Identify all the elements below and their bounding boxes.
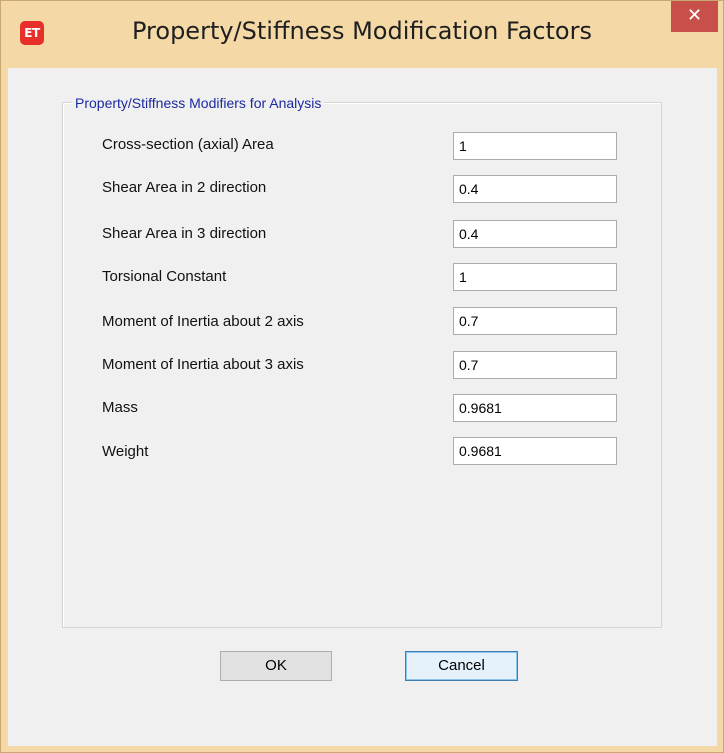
- close-button[interactable]: ✕: [671, 1, 718, 32]
- shear-area-3-field[interactable]: [453, 220, 617, 248]
- dialog-window: ET Property/Stiffness Modification Facto…: [0, 0, 724, 753]
- title-bar[interactable]: ET Property/Stiffness Modification Facto…: [1, 1, 723, 67]
- weight-field[interactable]: [453, 437, 617, 465]
- cross-section-area-field[interactable]: [453, 132, 617, 160]
- app-logo-icon: ET: [20, 21, 44, 45]
- label-cross-section-area: Cross-section (axial) Area: [102, 136, 274, 153]
- ok-button[interactable]: OK: [220, 651, 332, 681]
- cancel-button[interactable]: Cancel: [405, 651, 518, 681]
- label-mass: Mass: [102, 399, 138, 416]
- dialog-client-area: Property/Stiffness Modifiers for Analysi…: [8, 68, 717, 746]
- label-moment-inertia-2: Moment of Inertia about 2 axis: [102, 313, 304, 330]
- group-box-label: Property/Stiffness Modifiers for Analysi…: [72, 95, 325, 111]
- shear-area-2-field[interactable]: [453, 175, 617, 203]
- label-torsional-constant: Torsional Constant: [102, 268, 227, 285]
- label-weight: Weight: [102, 443, 149, 460]
- label-moment-inertia-3: Moment of Inertia about 3 axis: [102, 356, 304, 373]
- moment-inertia-3-field[interactable]: [453, 351, 617, 379]
- label-shear-area-3: Shear Area in 3 direction: [102, 225, 267, 242]
- window-title: Property/Stiffness Modification Factors: [132, 17, 592, 45]
- label-shear-area-2: Shear Area in 2 direction: [102, 179, 267, 196]
- mass-field[interactable]: [453, 394, 617, 422]
- torsional-constant-field[interactable]: [453, 263, 617, 291]
- moment-inertia-2-field[interactable]: [453, 307, 617, 335]
